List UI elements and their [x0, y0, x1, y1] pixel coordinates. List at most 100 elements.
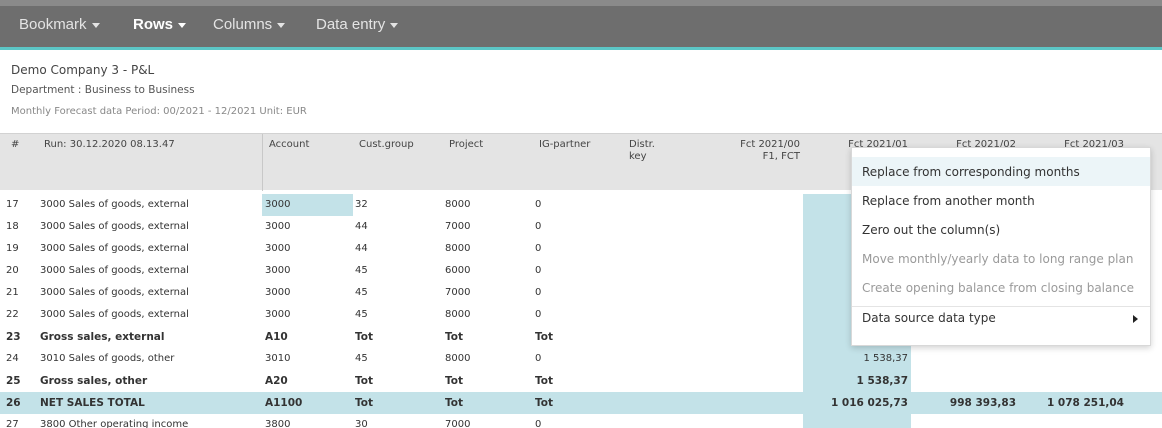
context-menu-item[interactable]: Replace from corresponding months [852, 157, 1150, 186]
cell-row-name[interactable]: NET SALES TOTAL [40, 397, 145, 409]
cell-row-name[interactable]: Gross sales, other [40, 375, 147, 387]
cell-custgroup[interactable]: 44 [355, 221, 368, 232]
cell-row-name[interactable]: 3000 Sales of goods, external [40, 199, 189, 210]
cell-account[interactable]: A10 [265, 331, 288, 343]
cell-row-number[interactable]: 17 [6, 199, 19, 210]
cell-custgroup[interactable]: Tot [355, 331, 373, 343]
cell-account[interactable]: 3000 [265, 265, 290, 276]
cell-project[interactable]: 8000 [445, 309, 470, 320]
cell-project[interactable]: 7000 [445, 287, 470, 298]
header-num: # [11, 139, 20, 150]
cell-igpartner[interactable]: 0 [535, 265, 541, 276]
cell-igpartner[interactable]: 0 [535, 243, 541, 254]
cell-row-number[interactable]: 22 [6, 309, 19, 320]
cell-fct-2021-01[interactable]: 1 538,37 [808, 353, 908, 364]
table-row[interactable]: 24 3010 Sales of goods, other 3010 45 8000 0 1… [0, 348, 1162, 370]
cell-row-name[interactable]: 3800 Other operating income [40, 419, 188, 428]
cell-igpartner[interactable]: Tot [535, 375, 553, 387]
cell-igpartner[interactable]: 0 [535, 353, 541, 364]
menu-bookmark[interactable]: Bookmark [19, 16, 100, 40]
context-menu-item[interactable]: Data source data type [852, 303, 1150, 332]
period-label: Monthly Forecast data Period: 00/2021 - … [11, 106, 307, 117]
cell-fct-2021-03[interactable]: 1 078 251,04 [1024, 397, 1124, 409]
cell-account[interactable]: 3000 [265, 287, 290, 298]
context-menu-item: Create opening balance from closing bala… [852, 273, 1150, 302]
cell-row-name[interactable]: 3000 Sales of goods, external [40, 265, 189, 276]
cell-account[interactable]: 3800 [265, 419, 290, 428]
cell-igpartner[interactable]: 0 [535, 287, 541, 298]
cell-account[interactable]: 3000 [265, 243, 290, 254]
cell-row-number[interactable]: 26 [6, 397, 21, 409]
cell-row-number[interactable]: 25 [6, 375, 21, 387]
header-fct00-line1: Fct 2021/00 [740, 139, 800, 150]
cell-custgroup[interactable]: 45 [355, 287, 368, 298]
cell-account[interactable]: 3000 [265, 199, 290, 210]
cell-fct-2021-02[interactable]: 998 393,83 [916, 397, 1016, 409]
header-project[interactable]: Project [449, 139, 483, 151]
cell-igpartner[interactable]: 0 [535, 221, 541, 232]
context-menu-item-label: Replace from corresponding months [862, 165, 1080, 179]
cell-row-number[interactable]: 24 [6, 353, 19, 364]
cell-custgroup[interactable]: 44 [355, 243, 368, 254]
cell-custgroup[interactable]: Tot [355, 397, 373, 409]
cell-igpartner[interactable]: Tot [535, 331, 553, 343]
table-row[interactable]: 27 3800 Other operating income 3800 30 7000 0 [0, 414, 1162, 428]
context-menu-item[interactable]: Zero out the column(s) [852, 215, 1150, 244]
context-menu-item[interactable]: Replace from another month [852, 186, 1150, 215]
cell-row-name[interactable]: 3000 Sales of goods, external [40, 221, 189, 232]
cell-row-number[interactable]: 27 [6, 419, 19, 428]
cell-row-number[interactable]: 23 [6, 331, 21, 343]
cell-row-name[interactable]: 3010 Sales of goods, other [40, 353, 174, 364]
cell-fct-2021-01[interactable]: 1 016 025,73 [808, 397, 908, 409]
header-run: Run: 30.12.2020 08.13.47 [44, 139, 175, 150]
cell-account[interactable]: A20 [265, 375, 288, 387]
menu-data-entry[interactable]: Data entry [316, 16, 399, 40]
menu-rows[interactable]: Rows [133, 16, 187, 40]
cell-project[interactable]: 7000 [445, 221, 470, 232]
cell-igpartner[interactable]: 0 [535, 199, 541, 210]
context-menu-item-label: Move monthly/yearly data to long range p… [862, 252, 1134, 266]
header-account[interactable]: Account [269, 139, 309, 151]
top-menu-bar: Bookmark Rows Columns Data entry [0, 0, 1162, 50]
cell-igpartner[interactable]: Tot [535, 397, 553, 409]
cell-row-name[interactable]: Gross sales, external [40, 331, 165, 343]
cell-project[interactable]: 8000 [445, 353, 470, 364]
cell-project[interactable]: 7000 [445, 419, 470, 428]
cell-row-number[interactable]: 21 [6, 287, 19, 298]
header-custgroup[interactable]: Cust.group [359, 139, 414, 151]
cell-row-number[interactable]: 19 [6, 243, 19, 254]
chevron-right-icon [1133, 315, 1138, 323]
cell-account[interactable]: 3010 [265, 353, 290, 364]
cell-project[interactable]: 8000 [445, 199, 470, 210]
cell-project[interactable]: Tot [445, 397, 463, 409]
cell-account[interactable]: 3000 [265, 309, 290, 320]
header-fct-2021-00[interactable]: Fct 2021/00 F1, FCT [700, 139, 800, 163]
cell-account[interactable]: 3000 [265, 221, 290, 232]
menu-columns[interactable]: Columns [213, 16, 286, 40]
cell-row-name[interactable]: 3000 Sales of goods, external [40, 309, 189, 320]
table-row[interactable]: 25 Gross sales, other A20 Tot Tot Tot 1 538,37 [0, 370, 1162, 392]
cell-igpartner[interactable]: 0 [535, 309, 541, 320]
header-igpartner[interactable]: IG-partner [539, 139, 590, 151]
cell-custgroup[interactable]: 45 [355, 265, 368, 276]
cell-custgroup[interactable]: 30 [355, 419, 368, 428]
cell-row-number[interactable]: 20 [6, 265, 19, 276]
header-distr-line1: Distr. [629, 139, 655, 150]
cell-row-name[interactable]: 3000 Sales of goods, external [40, 287, 189, 298]
cell-project[interactable]: Tot [445, 331, 463, 343]
cell-custgroup[interactable]: 45 [355, 353, 368, 364]
cell-project[interactable]: 6000 [445, 265, 470, 276]
menu-rows-label: Rows [133, 16, 174, 33]
table-row[interactable]: 26 NET SALES TOTAL A1100 Tot Tot Tot 1 016 025… [0, 392, 1162, 414]
cell-igpartner[interactable]: 0 [535, 419, 541, 428]
cell-custgroup[interactable]: Tot [355, 375, 373, 387]
cell-custgroup[interactable]: 32 [355, 199, 368, 210]
cell-fct-2021-01[interactable]: 1 538,37 [808, 375, 908, 387]
header-distr-key[interactable]: Distr. key [629, 139, 655, 163]
cell-row-number[interactable]: 18 [6, 221, 19, 232]
cell-account[interactable]: A1100 [265, 397, 302, 409]
cell-project[interactable]: 8000 [445, 243, 470, 254]
cell-custgroup[interactable]: 45 [355, 309, 368, 320]
cell-row-name[interactable]: 3000 Sales of goods, external [40, 243, 189, 254]
cell-project[interactable]: Tot [445, 375, 463, 387]
